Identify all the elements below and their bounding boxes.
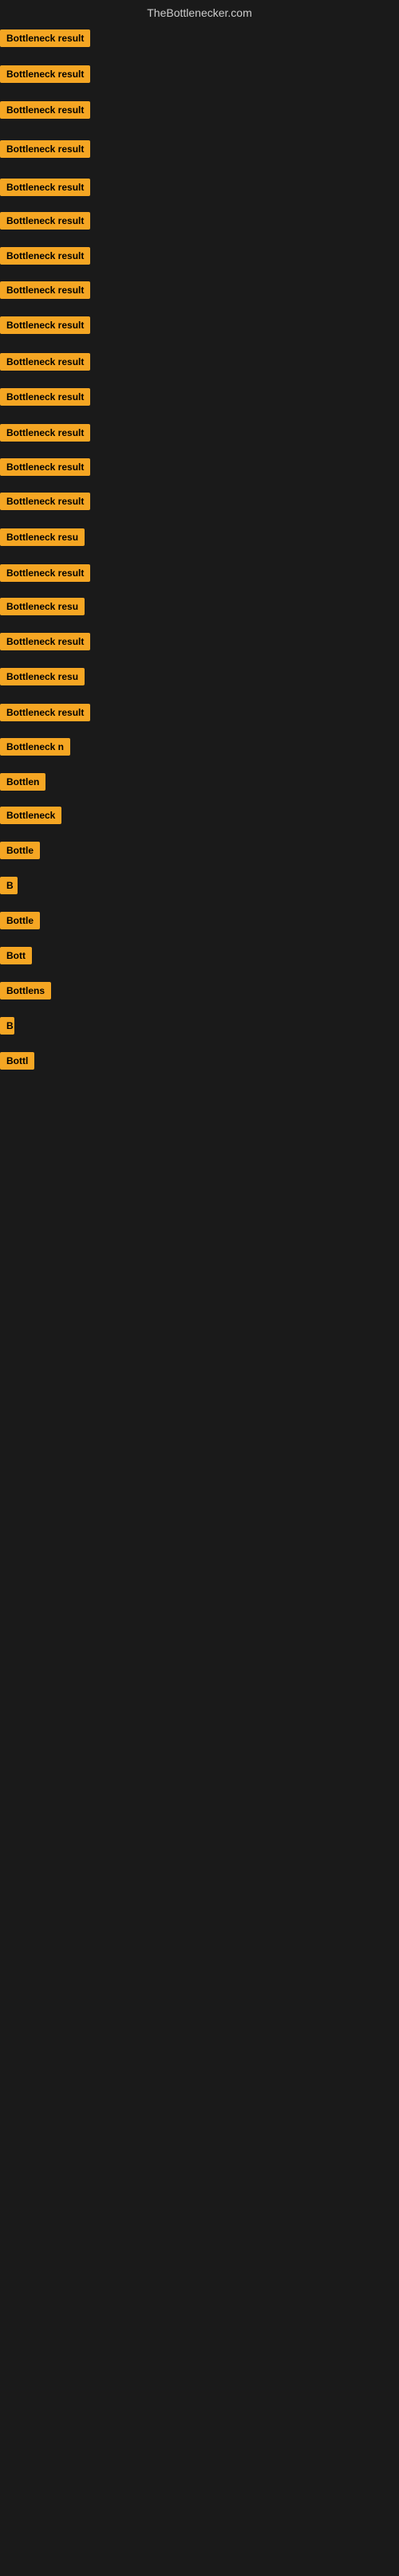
bottleneck-badge-26: Bottle bbox=[0, 912, 40, 929]
bottleneck-badge-14: Bottleneck result bbox=[0, 493, 90, 510]
bottleneck-badge-17: Bottleneck resu bbox=[0, 598, 85, 615]
bottleneck-item-27: Bott bbox=[0, 947, 32, 968]
bottleneck-item-17: Bottleneck resu bbox=[0, 598, 85, 619]
bottleneck-item-18: Bottleneck result bbox=[0, 633, 90, 654]
bottleneck-item-21: Bottleneck n bbox=[0, 738, 70, 760]
bottleneck-badge-9: Bottleneck result bbox=[0, 316, 90, 334]
bottleneck-item-8: Bottleneck result bbox=[0, 281, 90, 303]
bottleneck-item-25: B bbox=[0, 877, 18, 898]
bottleneck-badge-30: Bottl bbox=[0, 1052, 34, 1070]
bottleneck-item-30: Bottl bbox=[0, 1052, 34, 1074]
bottleneck-badge-13: Bottleneck result bbox=[0, 458, 90, 476]
bottleneck-item-4: Bottleneck result bbox=[0, 140, 90, 162]
bottleneck-badge-5: Bottleneck result bbox=[0, 179, 90, 196]
bottleneck-badge-6: Bottleneck result bbox=[0, 212, 90, 230]
bottleneck-item-29: B bbox=[0, 1017, 14, 1039]
bottleneck-badge-12: Bottleneck result bbox=[0, 424, 90, 442]
bottleneck-badge-29: B bbox=[0, 1017, 14, 1035]
bottleneck-badge-2: Bottleneck result bbox=[0, 65, 90, 83]
bottleneck-item-2: Bottleneck result bbox=[0, 65, 90, 87]
bottleneck-item-22: Bottlen bbox=[0, 773, 45, 795]
bottleneck-badge-28: Bottlens bbox=[0, 982, 51, 999]
bottleneck-badge-27: Bott bbox=[0, 947, 32, 964]
bottleneck-item-12: Bottleneck result bbox=[0, 424, 90, 446]
bottleneck-item-15: Bottleneck resu bbox=[0, 528, 85, 550]
bottleneck-item-23: Bottleneck bbox=[0, 807, 61, 828]
bottleneck-badge-23: Bottleneck bbox=[0, 807, 61, 824]
bottleneck-badge-11: Bottleneck result bbox=[0, 388, 90, 406]
bottleneck-item-1: Bottleneck result bbox=[0, 29, 90, 51]
bottleneck-item-3: Bottleneck result bbox=[0, 101, 90, 123]
bottleneck-badge-1: Bottleneck result bbox=[0, 29, 90, 47]
bottleneck-item-7: Bottleneck result bbox=[0, 247, 90, 269]
bottleneck-item-20: Bottleneck result bbox=[0, 704, 90, 725]
bottleneck-item-16: Bottleneck result bbox=[0, 564, 90, 586]
bottleneck-badge-19: Bottleneck resu bbox=[0, 668, 85, 685]
bottleneck-badge-16: Bottleneck result bbox=[0, 564, 90, 582]
bottleneck-item-6: Bottleneck result bbox=[0, 212, 90, 234]
bottleneck-item-26: Bottle bbox=[0, 912, 40, 933]
bottleneck-item-5: Bottleneck result bbox=[0, 179, 90, 200]
bottleneck-badge-20: Bottleneck result bbox=[0, 704, 90, 721]
bottleneck-badge-25: B bbox=[0, 877, 18, 894]
bottleneck-badge-22: Bottlen bbox=[0, 773, 45, 791]
bottleneck-item-28: Bottlens bbox=[0, 982, 51, 1003]
bottleneck-badge-8: Bottleneck result bbox=[0, 281, 90, 299]
bottleneck-item-10: Bottleneck result bbox=[0, 353, 90, 375]
bottleneck-item-11: Bottleneck result bbox=[0, 388, 90, 410]
bottleneck-badge-18: Bottleneck result bbox=[0, 633, 90, 650]
bottleneck-badge-3: Bottleneck result bbox=[0, 101, 90, 119]
bottleneck-item-19: Bottleneck resu bbox=[0, 668, 85, 689]
bottleneck-badge-4: Bottleneck result bbox=[0, 140, 90, 158]
bottleneck-item-13: Bottleneck result bbox=[0, 458, 90, 480]
bottleneck-item-9: Bottleneck result bbox=[0, 316, 90, 338]
bottleneck-badge-7: Bottleneck result bbox=[0, 247, 90, 265]
bottleneck-badge-24: Bottle bbox=[0, 842, 40, 859]
bottleneck-badge-21: Bottleneck n bbox=[0, 738, 70, 756]
bottleneck-badge-10: Bottleneck result bbox=[0, 353, 90, 371]
bottleneck-item-14: Bottleneck result bbox=[0, 493, 90, 514]
bottleneck-badge-15: Bottleneck resu bbox=[0, 528, 85, 546]
site-title: TheBottlenecker.com bbox=[0, 0, 399, 26]
bottleneck-item-24: Bottle bbox=[0, 842, 40, 863]
